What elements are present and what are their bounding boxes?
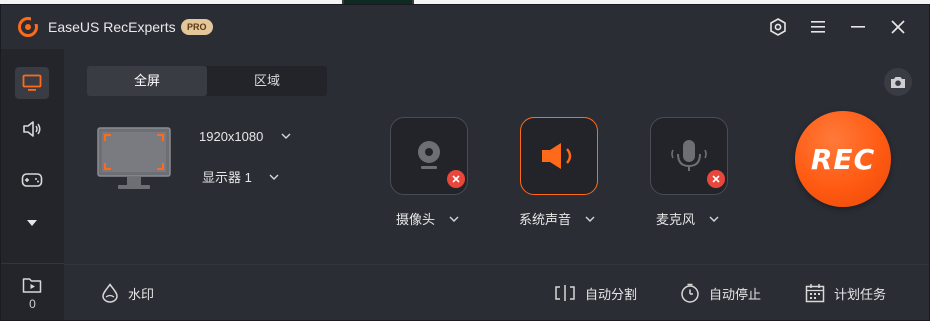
- monitor-preview-icon: [97, 127, 171, 189]
- chevron-down-icon: [281, 133, 291, 139]
- system-audio-label: 系统声音: [519, 212, 572, 227]
- resolution-value: 1920x1080: [199, 129, 264, 144]
- capture-panel: 全屏 区域 1920x1080 显示器 1 摄像头 系统声音 麦克风 REC: [64, 49, 929, 264]
- sidebar-divider: [1, 263, 64, 264]
- webcam-toggle-button[interactable]: [390, 117, 468, 195]
- watermark-label: 水印: [128, 286, 155, 302]
- audio-mode-button[interactable]: [15, 113, 49, 145]
- schedule-task-label: 计划任务: [834, 286, 887, 302]
- auto-split-label: 自动分割: [585, 286, 638, 302]
- watermark-icon: [102, 283, 118, 303]
- screen-record-icon: [22, 74, 42, 91]
- game-record-icon: [21, 173, 43, 187]
- disabled-x-icon: [447, 170, 465, 188]
- minimize-icon: [851, 26, 865, 28]
- display-dropdown[interactable]: 显示器 1: [202, 167, 279, 186]
- mode-sidebar: 0: [1, 49, 64, 320]
- screenshot-button[interactable]: [884, 68, 912, 96]
- recorder-window: EaseUS RecExperts PRO 0 全屏 区域 1920x1080 …: [0, 4, 930, 321]
- settings-icon: [770, 18, 786, 36]
- speaker-icon: [542, 143, 572, 169]
- chevron-down-icon: [269, 174, 279, 180]
- chevron-down-icon: [449, 216, 459, 222]
- close-icon: [891, 20, 905, 34]
- microphone-dropdown[interactable]: 麦克风: [656, 209, 719, 228]
- close-button[interactable]: [887, 16, 909, 38]
- webcam-icon: [418, 141, 440, 169]
- resolution-dropdown[interactable]: 1920x1080: [199, 129, 291, 144]
- auto-stop-icon: [681, 283, 699, 303]
- watermark-button[interactable]: 水印: [101, 281, 154, 305]
- folder-play-icon: [22, 278, 42, 293]
- microphone-label: 麦克风: [656, 212, 696, 227]
- more-modes-button[interactable]: [15, 207, 49, 239]
- microphone-icon: [671, 140, 707, 171]
- title-bar: EaseUS RecExperts PRO: [1, 5, 929, 49]
- tab-fullscreen[interactable]: 全屏: [87, 66, 207, 96]
- disabled-x-icon: [707, 170, 725, 188]
- rec-button[interactable]: REC: [795, 111, 891, 207]
- system-audio-dropdown[interactable]: 系统声音: [519, 209, 595, 228]
- menu-icon: [811, 21, 825, 33]
- auto-stop-button[interactable]: 自动停止: [680, 281, 761, 305]
- settings-button[interactable]: [767, 16, 789, 38]
- display-value: 显示器 1: [202, 170, 252, 185]
- microphone-toggle-button[interactable]: [650, 117, 728, 195]
- auto-split-icon: [555, 285, 575, 301]
- calendar-icon: [805, 284, 825, 303]
- tab-region[interactable]: 区域: [207, 66, 327, 96]
- app-logo-icon: [18, 17, 38, 37]
- webcam-label: 摄像头: [396, 212, 436, 227]
- recordings-count: 0: [29, 297, 36, 311]
- system-audio-toggle-button[interactable]: [520, 117, 598, 195]
- auto-split-button[interactable]: 自动分割: [554, 281, 637, 305]
- screen-mode-button[interactable]: [15, 67, 49, 99]
- game-mode-button[interactable]: [15, 164, 49, 196]
- auto-stop-label: 自动停止: [709, 286, 762, 302]
- pro-badge: PRO: [181, 19, 213, 35]
- camera-icon: [891, 77, 905, 88]
- capture-tabs: 全屏 区域: [87, 66, 327, 96]
- chevron-down-icon: [709, 216, 719, 222]
- minimize-button[interactable]: [847, 16, 869, 38]
- chevron-down-icon: [585, 216, 595, 222]
- bottom-toolbar: 水印 自动分割 自动停止 计划任务: [64, 264, 929, 320]
- more-dropdown-icon: [27, 220, 37, 226]
- audio-record-icon: [23, 121, 41, 137]
- webcam-dropdown[interactable]: 摄像头: [396, 209, 459, 228]
- menu-button[interactable]: [807, 16, 829, 38]
- schedule-task-button[interactable]: 计划任务: [805, 281, 886, 305]
- app-title: EaseUS RecExperts: [48, 19, 176, 35]
